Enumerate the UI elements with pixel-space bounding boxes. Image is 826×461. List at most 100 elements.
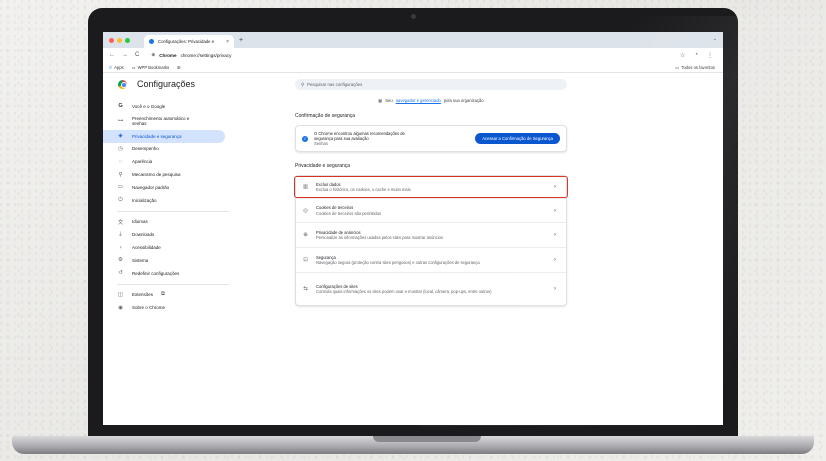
row-text: Privacidade de anúncios Personalize as i… (316, 230, 547, 241)
close-tab-icon[interactable]: × (226, 39, 229, 45)
reload-button[interactable]: C (135, 52, 139, 58)
sidebar-item-label: Extensões (132, 292, 154, 298)
sidebar-item-performance[interactable]: ◷ Desempenho (103, 143, 225, 156)
search-icon: ⚲ (118, 171, 123, 178)
sidebar-item-label: Você e o Google (132, 103, 166, 109)
settings-search-input[interactable]: ⚲ Pesquisar nas configurações (295, 79, 567, 90)
key-icon: ⊶ (117, 118, 124, 125)
bookmark-label: WPP Bookmarks (137, 64, 170, 70)
all-favorites-label: Todos os favoritos (681, 64, 715, 70)
sidebar-item-label: Desempenho (132, 146, 159, 152)
back-button[interactable]: ← (109, 52, 115, 58)
chevron-right-icon: › (554, 232, 556, 238)
sidebar-item-languages[interactable]: 文 Idiomas (103, 216, 225, 229)
chrome-chip: Chrome (159, 52, 177, 58)
sidebar-item-label: Aparência (132, 159, 153, 165)
url-text: chrome://settings/privacy (180, 52, 232, 58)
row-site-settings[interactable]: ⇆ Configurações de sites Controla quais … (296, 273, 566, 305)
toolbar-actions: ☆ ◔ ⋮ (680, 52, 713, 59)
laptop-notch (373, 436, 481, 442)
sidebar-item-system[interactable]: ⚙ Sistema (103, 254, 225, 267)
row-subtitle: Personalize as informações usadas pelos … (316, 235, 443, 240)
external-link-icon: ⧉ (161, 291, 165, 298)
shield-icon: ◈ (118, 133, 123, 140)
apps-grid-icon: ⠿ (109, 64, 113, 70)
row-text: Configurações de sites Controla quais in… (316, 284, 547, 295)
sidebar-item-you-and-google[interactable]: G Você e o Google (103, 100, 225, 113)
forward-button[interactable]: → (122, 52, 128, 58)
sidebar-item-label: Downloads (132, 232, 155, 238)
tab-title: Configurações: Privacidade e (158, 39, 215, 44)
menu-kebab-icon[interactable]: ⋮ (707, 52, 713, 59)
sidebar-divider (117, 283, 229, 285)
sidebar-item-privacy[interactable]: ◈ Privacidade e segurança (103, 129, 225, 143)
row-third-party-cookies[interactable]: ◎ Cookies de terceiros Cookies de tercei… (296, 199, 566, 223)
trash-icon: ▥ (302, 184, 309, 190)
row-delete-data[interactable]: ▥ Excluir dados Exclua o histórico, os c… (294, 176, 568, 199)
safety-check-card: ✓ O Chrome encontrou algumas recomendaçõ… (295, 125, 567, 152)
row-security[interactable]: ⊡ Segurança Navegação segura (proteção c… (296, 248, 566, 273)
chevron-right-icon: › (554, 184, 556, 190)
sliders-icon: ⇆ (303, 286, 308, 292)
folder-icon: ▭ (131, 64, 136, 70)
bookmark-star-icon[interactable]: ☆ (680, 52, 685, 59)
grid-icon: ⊞ (177, 64, 181, 70)
laptop-lid: Configurações: Privacidade e × + ⌄ ← → C… (88, 8, 826, 438)
maximize-window-button[interactable] (125, 37, 130, 43)
chevron-right-icon: › (554, 286, 556, 292)
sidebar-divider (117, 210, 229, 212)
tab-bar: Configurações: Privacidade e × + ⌄ (103, 32, 723, 48)
chrome-icon: ⊕ (151, 52, 156, 57)
sidebar-item-label: Sobre o Chrome (132, 305, 166, 311)
power-icon: ⏻ (118, 196, 123, 203)
row-subtitle: Cookies de terceiros são permitidos (316, 210, 382, 216)
sidebar-item-label: Sistema (132, 257, 149, 263)
sidebar-item-default-browser[interactable]: ▭ Navegador padrão (103, 181, 225, 194)
search-placeholder: Pesquisar nas configurações (307, 82, 363, 87)
sidebar-item-extensions[interactable]: ◫ Extensões ⧉ (103, 289, 225, 302)
tab-search-chevron-icon[interactable]: ⌄ (713, 36, 717, 42)
accessibility-icon: ♀ (118, 244, 123, 251)
building-icon: ▦ (378, 98, 383, 103)
main-content: ▦ Seu navegador é gerenciado pela sua or… (294, 98, 568, 306)
cookie-icon: ◎ (303, 207, 308, 214)
chevron-right-icon: › (554, 207, 556, 214)
sidebar-item-autofill[interactable]: ⊶ Preenchimento automático e senhas (103, 113, 225, 130)
tab-settings[interactable]: Configurações: Privacidade e × (144, 35, 234, 48)
reset-icon: ↺ (118, 270, 123, 277)
address-bar[interactable]: ⊕ Chrome chrome://settings/privacy (146, 50, 673, 60)
row-ad-privacy[interactable]: ⊕ Privacidade de anúncios Personalize as… (296, 223, 566, 248)
sidebar-item-about[interactable]: ◉ Sobre o Chrome (103, 301, 225, 314)
bookmark-wpp[interactable]: ▭ WPP Bookmarks (132, 65, 170, 70)
palette-icon: ◌ (118, 158, 123, 165)
speedometer-icon: ◷ (118, 145, 123, 152)
sidebar-item-search-engine[interactable]: ⚲ Mecanismo de pesquisa (103, 168, 225, 181)
bookmark-apps[interactable]: ⠿ Apps (109, 65, 124, 70)
sidebar-item-downloads[interactable]: ⤓ Downloads (103, 228, 225, 241)
window-controls (109, 37, 130, 43)
download-icon: ⤓ (119, 231, 122, 238)
sidebar-item-label: Mecanismo de pesquisa (132, 172, 181, 178)
sidebar-item-reset[interactable]: ↺ Redefinir configurações (103, 267, 225, 280)
all-favorites[interactable]: ▭ Todos os favoritos (675, 65, 715, 70)
profile-icon[interactable]: ◔ (694, 52, 698, 59)
bookmarks-bar: ⠿ Apps ▭ WPP Bookmarks ⊞ ▭ Todos os favo… (103, 62, 723, 73)
sidebar-item-startup[interactable]: ⏻ Inicialização (103, 194, 225, 207)
safety-check-button[interactable]: Acessar a Confirmação de Segurança (475, 133, 560, 144)
sidebar-item-label: Navegador padrão (132, 184, 170, 190)
managed-link[interactable]: navegador é gerenciado (396, 98, 441, 103)
row-subtitle: Navegação segura (proteção contra sites … (316, 260, 480, 265)
settings-gear-icon (149, 39, 154, 44)
sidebar-item-accessibility[interactable]: ♀ Acessibilidade (103, 241, 225, 254)
minimize-window-button[interactable] (117, 37, 122, 43)
bookmark-grid[interactable]: ⊞ (177, 65, 181, 70)
sidebar-item-label: Acessibilidade (132, 245, 161, 251)
sidebar-item-label: Privacidade e segurança (132, 133, 182, 139)
screen: Configurações: Privacidade e × + ⌄ ← → C… (103, 32, 723, 425)
row-text: Segurança Navegação segura (proteção con… (316, 255, 547, 266)
safety-sub: Senhas (314, 141, 328, 147)
puzzle-icon: ◫ (117, 291, 124, 298)
close-window-button[interactable] (109, 37, 114, 43)
sidebar-item-appearance[interactable]: ◌ Aparência (103, 155, 225, 168)
new-tab-button[interactable]: + (239, 37, 243, 44)
